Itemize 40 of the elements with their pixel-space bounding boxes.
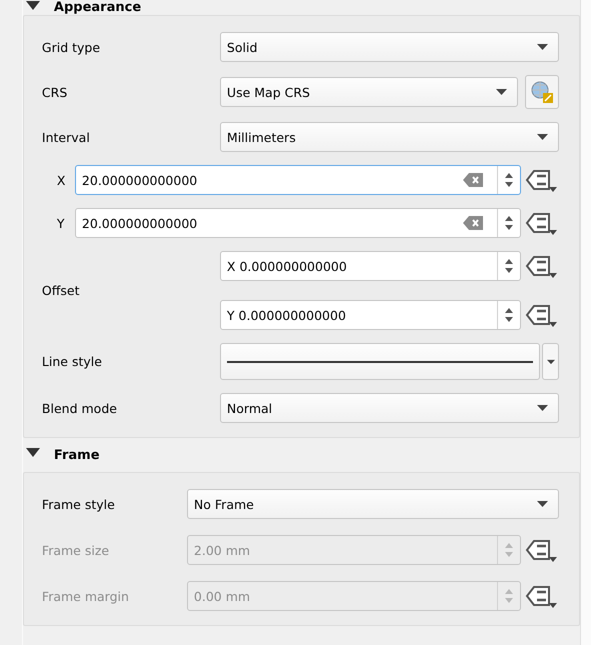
dropdown-button[interactable] (542, 343, 560, 380)
field-label: Line style (42, 354, 103, 369)
dropdown[interactable]: No Frame (186, 489, 560, 519)
section-title: Appearance (54, 0, 142, 15)
field-label: Y (56, 216, 66, 230)
field-label: Frame margin (42, 588, 130, 604)
number-field[interactable]: 20.000000000000 (74, 165, 522, 195)
spin-arrows-icon[interactable] (504, 257, 514, 275)
dropdown-arrow-icon (537, 44, 548, 50)
line-style-button[interactable] (220, 343, 540, 380)
field-label: X (56, 172, 66, 188)
dropdown-arrow-icon (537, 134, 548, 140)
spin-arrows-icon[interactable] (504, 306, 514, 324)
globe-icon (530, 80, 554, 104)
dropdown[interactable]: Use Map CRS (220, 77, 518, 107)
spin-arrows-icon[interactable] (504, 171, 514, 189)
dropdown-arrow-icon (496, 89, 508, 95)
section-title: Frame (54, 448, 100, 462)
number-field[interactable]: 20.000000000000 (74, 208, 522, 238)
spin-arrows-icon[interactable] (504, 214, 514, 232)
dropdown-arrow-icon (537, 405, 548, 411)
field-label: Blend mode (42, 400, 118, 416)
dropdown[interactable]: Normal (220, 393, 560, 423)
dropdown-arrow-icon (546, 358, 555, 364)
line-preview-icon (226, 360, 534, 364)
field-label: Offset (42, 283, 80, 298)
crs-button[interactable] (525, 75, 560, 109)
clear-icon[interactable] (463, 173, 484, 187)
field-label: Interval (42, 130, 91, 144)
dropdown[interactable]: Millimeters (220, 122, 560, 152)
field-label: Frame style (42, 496, 116, 512)
dropdown[interactable]: Solid (220, 32, 560, 62)
dropdown-arrow-icon (537, 501, 548, 507)
number-field[interactable]: Y 0.000000000000 (220, 300, 522, 330)
field-label: CRS (42, 84, 68, 100)
field-label: Frame size (42, 542, 110, 558)
field-label: Grid type (42, 40, 102, 54)
scrollbar[interactable] (580, 0, 591, 645)
clear-icon[interactable] (463, 216, 484, 230)
number-field[interactable]: X 0.000000000000 (220, 251, 522, 281)
